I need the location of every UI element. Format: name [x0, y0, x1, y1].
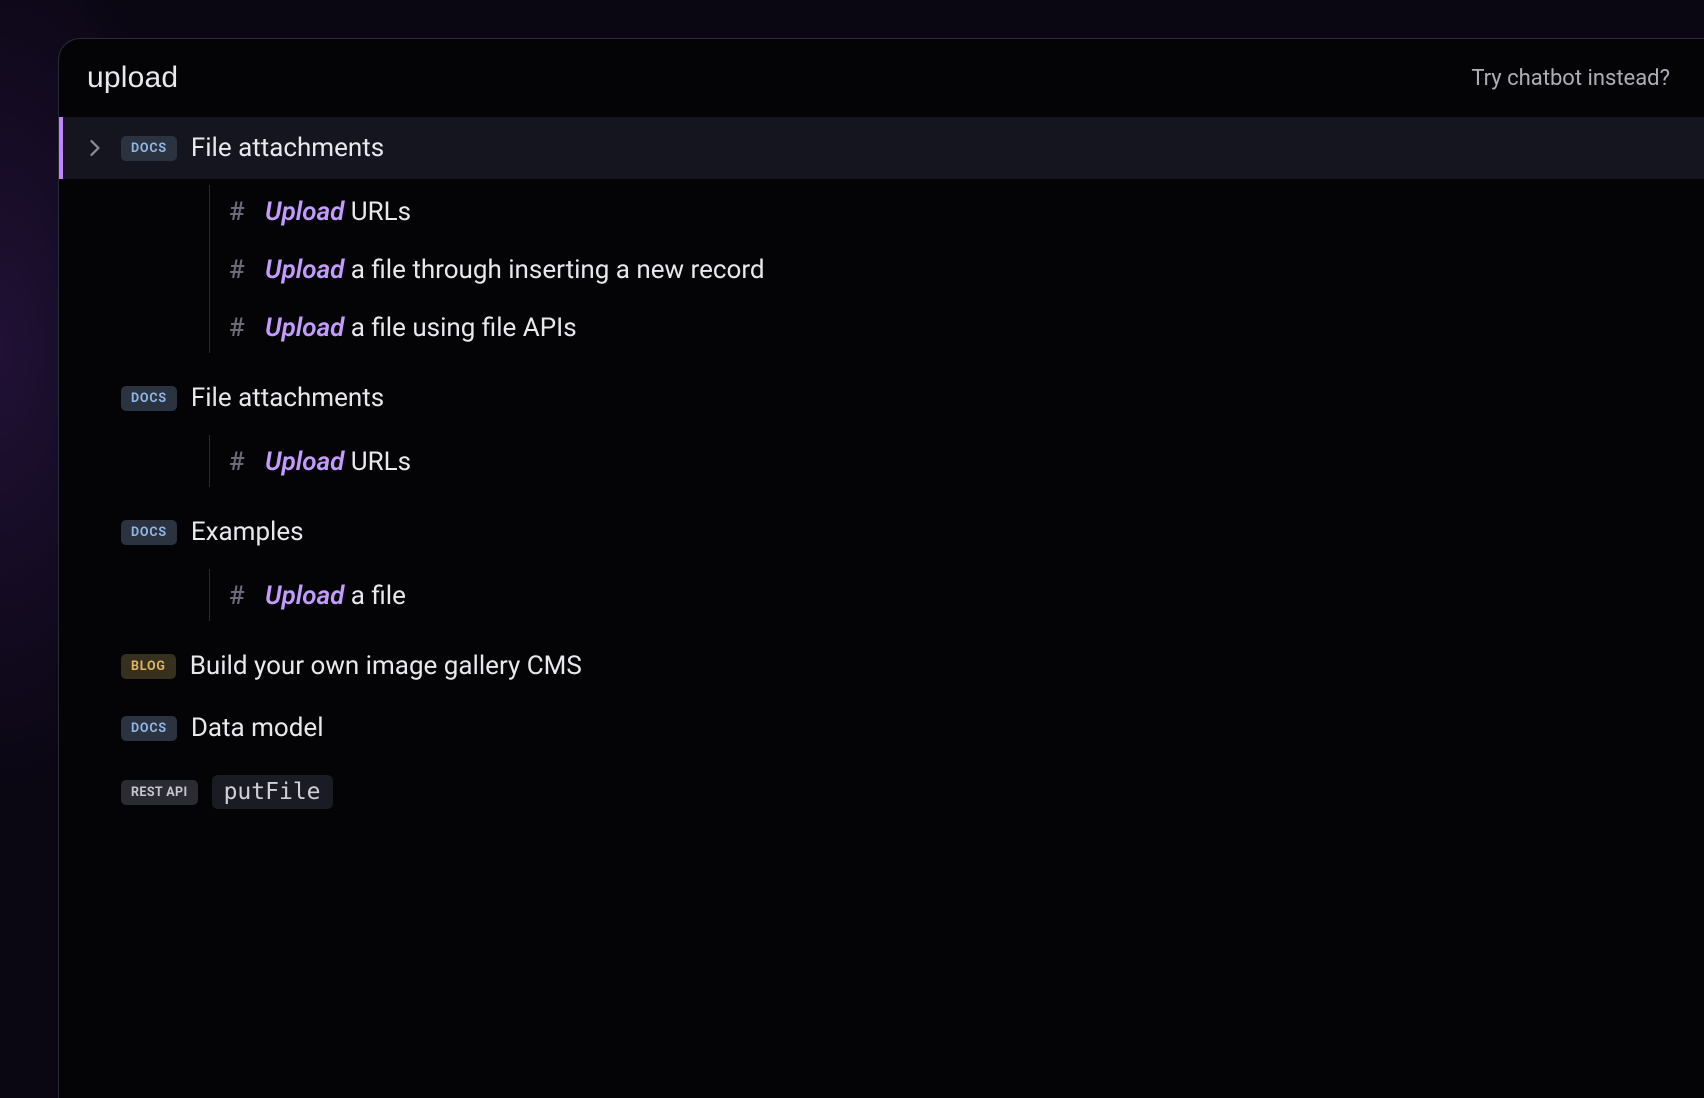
subitem-text: Upload a file through inserting a new re…: [265, 255, 765, 285]
result-title: Build your own image gallery CMS: [190, 651, 582, 681]
result-code: putFile: [212, 775, 333, 809]
result-subitem[interactable]: # Upload URLs: [209, 183, 1704, 241]
search-row: Try chatbot instead?: [59, 39, 1704, 117]
result-title: Examples: [191, 517, 304, 547]
hash-icon: #: [229, 313, 249, 343]
search-input[interactable]: [87, 61, 1451, 95]
hash-icon: #: [229, 447, 249, 477]
result-children: # Upload URLs # Upload a file through in…: [209, 179, 1704, 367]
result-children: # Upload a file: [209, 563, 1704, 635]
badge-restapi: REST API: [121, 780, 198, 805]
subitem-text: Upload URLs: [265, 447, 411, 477]
chatbot-link[interactable]: Try chatbot instead?: [1471, 66, 1670, 91]
badge-docs: DOCS: [121, 716, 177, 741]
result-item[interactable]: DOCS Examples: [59, 501, 1704, 563]
result-group: BLOG Build your own image gallery CMS: [59, 635, 1704, 697]
badge-docs: DOCS: [121, 386, 177, 411]
result-subitem[interactable]: # Upload a file using file APIs: [209, 299, 1704, 357]
result-group: DOCS Examples # Upload a file: [59, 501, 1704, 635]
result-subitem[interactable]: # Upload URLs: [209, 433, 1704, 491]
result-item[interactable]: REST API putFile: [59, 759, 1704, 825]
search-panel: Try chatbot instead? DOCS File attachmen…: [58, 38, 1704, 1098]
subitem-text: Upload a file using file APIs: [265, 313, 577, 343]
badge-docs: DOCS: [121, 136, 177, 161]
result-item[interactable]: DOCS File attachments: [59, 117, 1704, 179]
result-group: DOCS Data model: [59, 697, 1704, 759]
results-list[interactable]: DOCS File attachments # Upload URLs # Up…: [59, 117, 1704, 1098]
result-title: Data model: [191, 713, 324, 743]
result-title: File attachments: [191, 383, 384, 413]
result-item[interactable]: DOCS Data model: [59, 697, 1704, 759]
result-children: # Upload URLs: [209, 429, 1704, 501]
hash-icon: #: [229, 197, 249, 227]
badge-docs: DOCS: [121, 520, 177, 545]
hash-icon: #: [229, 255, 249, 285]
subitem-text: Upload a file: [265, 581, 406, 611]
badge-blog: BLOG: [121, 654, 176, 679]
hash-icon: #: [229, 581, 249, 611]
chevron-right-icon: [83, 140, 107, 156]
result-subitem[interactable]: # Upload a file through inserting a new …: [209, 241, 1704, 299]
result-group: REST API putFile: [59, 759, 1704, 825]
result-title: File attachments: [191, 133, 384, 163]
result-subitem[interactable]: # Upload a file: [209, 567, 1704, 625]
result-group: DOCS File attachments # Upload URLs: [59, 367, 1704, 501]
subitem-text: Upload URLs: [265, 197, 411, 227]
result-item[interactable]: DOCS File attachments: [59, 367, 1704, 429]
result-group: DOCS File attachments # Upload URLs # Up…: [59, 117, 1704, 367]
result-item[interactable]: BLOG Build your own image gallery CMS: [59, 635, 1704, 697]
